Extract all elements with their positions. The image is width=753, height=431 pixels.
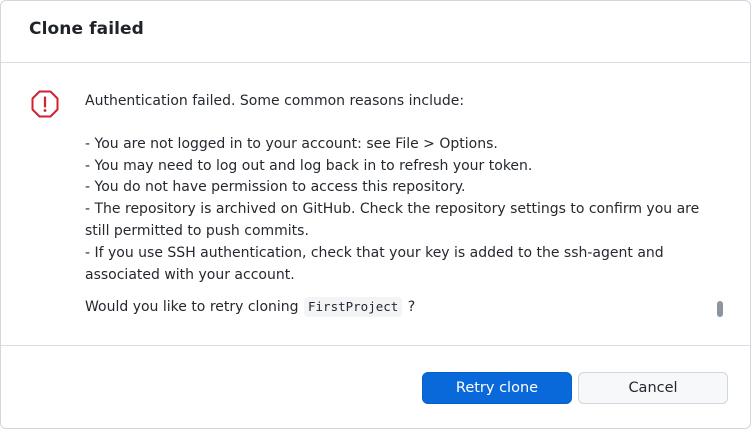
dialog-body: Authentication failed. Some common reaso… xyxy=(1,63,750,345)
octagon-alert-icon xyxy=(30,89,60,119)
retry-question: Would you like to retry cloning FirstPro… xyxy=(85,297,725,319)
clone-failed-dialog: Clone failed Authentication failed. Some… xyxy=(0,0,751,429)
dialog-title: Clone failed xyxy=(29,19,144,39)
retry-clone-button[interactable]: Retry clone xyxy=(422,372,572,404)
repository-name: FirstProject xyxy=(304,297,403,318)
message-intro: Authentication failed. Some common reaso… xyxy=(85,93,465,109)
reasons-list: - You are not logged in to your account:… xyxy=(85,134,725,287)
reason-item: - You do not have permission to access t… xyxy=(85,179,466,196)
reason-item: - You are not logged in to your account:… xyxy=(85,135,498,152)
dialog-header: Clone failed xyxy=(1,1,750,63)
reason-item: - The repository is archived on GitHub. … xyxy=(85,201,700,239)
reason-item: - You may need to log out and log back i… xyxy=(85,157,533,174)
error-message: Authentication failed. Some common reaso… xyxy=(85,91,725,319)
dialog-footer: Retry clone Cancel xyxy=(1,345,750,428)
reason-item: - If you use SSH authentication, check t… xyxy=(85,244,664,283)
scrollbar-thumb[interactable] xyxy=(717,301,723,317)
cancel-button[interactable]: Cancel xyxy=(578,372,728,404)
retry-question-mark: ? xyxy=(407,299,416,316)
retry-question-text: Would you like to retry cloning xyxy=(85,299,299,316)
